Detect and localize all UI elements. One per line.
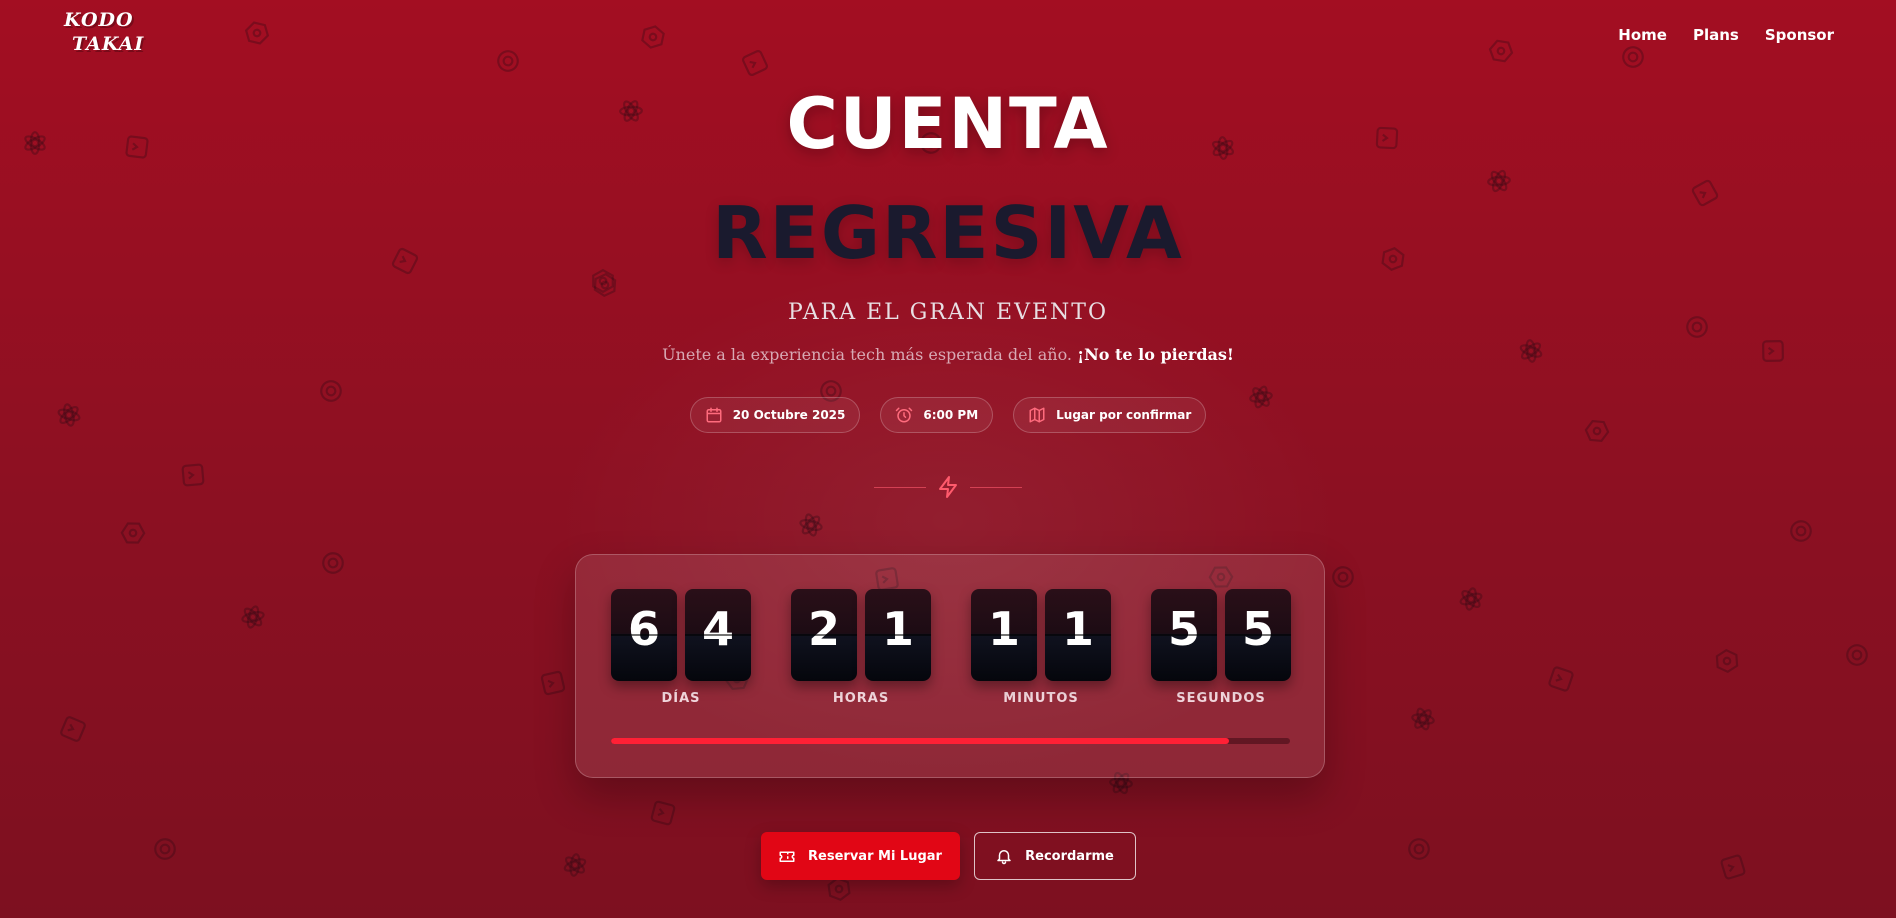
background-pattern-icon — [1713, 647, 1741, 675]
countdown-label: SEGUNDOS — [1176, 691, 1266, 706]
background-pattern-icon — [647, 797, 679, 829]
countdown-seconds: 5 5 SEGUNDOS — [1151, 589, 1291, 706]
location-text: Lugar por confirmar — [1056, 408, 1192, 422]
time-pill: 6:00 PM — [880, 397, 994, 433]
main-nav: Home Plans Sponsor — [1618, 26, 1834, 44]
logo-line-2: TAKAI — [72, 33, 145, 55]
lightning-icon — [936, 475, 960, 499]
map-icon — [1028, 406, 1046, 424]
background-pattern-icon — [1484, 34, 1517, 67]
background-pattern-icon — [56, 712, 90, 746]
logo[interactable]: KODO TAKAI — [62, 8, 152, 64]
tagline-text: Únete a la experiencia tech más esperada… — [662, 345, 1073, 364]
reserve-button-label: Reservar Mi Lugar — [808, 848, 942, 864]
remind-button[interactable]: Recordarme — [973, 832, 1136, 880]
hero-subtitle: PARA EL GRAN EVENTO — [787, 300, 1108, 325]
background-pattern-icon — [491, 44, 525, 78]
countdown-hours: 2 1 HORAS — [791, 589, 931, 706]
logo-line-1: KODO — [64, 9, 134, 31]
background-pattern-icon — [537, 667, 568, 698]
background-pattern-icon — [179, 461, 207, 489]
calendar-icon — [705, 406, 723, 424]
background-pattern-icon — [638, 22, 669, 53]
flip-digit: 1 — [865, 589, 931, 681]
section-divider — [868, 474, 1028, 500]
nav-link-plans[interactable]: Plans — [1693, 26, 1739, 44]
background-pattern-icon — [318, 548, 348, 578]
background-pattern-icon — [1785, 515, 1816, 546]
nav-link-home[interactable]: Home — [1618, 26, 1667, 44]
countdown-card: 6 4 DÍAS 2 1 HORAS 1 1 MINUTOS 5 5 SEGUN… — [575, 554, 1325, 778]
tagline-highlight: ¡No te lo pierdas! — [1077, 345, 1234, 364]
reserve-button[interactable]: Reservar Mi Lugar — [760, 832, 960, 880]
flip-digit: 5 — [1225, 589, 1291, 681]
time-text: 6:00 PM — [923, 408, 979, 422]
countdown-progress-bar — [611, 738, 1290, 744]
countdown-label: HORAS — [832, 691, 890, 706]
flip-digit: 1 — [971, 589, 1037, 681]
event-details: 20 Octubre 2025 6:00 PM Lugar por confir… — [0, 397, 1896, 433]
background-pattern-icon — [115, 515, 150, 550]
cta-buttons: Reservar Mi Lugar Recordarme — [0, 832, 1896, 880]
remind-button-label: Recordarme — [1025, 848, 1114, 864]
bell-icon — [995, 847, 1013, 865]
countdown-minutes: 1 1 MINUTOS — [971, 589, 1111, 706]
progress-fill — [611, 738, 1229, 744]
location-pill: Lugar por confirmar — [1013, 397, 1207, 433]
background-pattern-icon — [795, 509, 827, 541]
countdown-units: 6 4 DÍAS 2 1 HORAS 1 1 MINUTOS 5 5 SEGUN… — [611, 589, 1291, 706]
background-pattern-icon — [1408, 704, 1438, 734]
date-pill: 20 Octubre 2025 — [689, 397, 861, 433]
flip-digit: 2 — [791, 589, 857, 681]
countdown-label: MINUTOS — [1003, 691, 1079, 706]
clock-icon — [895, 406, 913, 424]
background-pattern-icon — [1544, 662, 1577, 695]
divider-line-left — [874, 486, 926, 488]
hero-tagline: Únete a la experiencia tech más esperada… — [0, 345, 1896, 364]
background-pattern-icon — [1840, 638, 1875, 673]
date-text: 20 Octubre 2025 — [732, 408, 846, 422]
background-pattern-icon — [237, 601, 269, 633]
nav-link-sponsor[interactable]: Sponsor — [1765, 26, 1834, 44]
background-pattern-icon — [738, 46, 773, 81]
hero-title-line-1: CUENTA — [786, 83, 1110, 165]
hero-title-line-2: REGRESIVA — [712, 191, 1184, 275]
countdown-label: DÍAS — [661, 691, 701, 706]
background-pattern-icon — [1455, 583, 1488, 616]
background-pattern-icon — [1617, 41, 1649, 73]
divider-line-right — [970, 486, 1022, 488]
flip-digit: 4 — [685, 589, 751, 681]
ticket-icon — [778, 847, 796, 865]
flip-digit: 5 — [1151, 589, 1217, 681]
background-pattern-icon — [241, 17, 273, 49]
background-pattern-icon — [1329, 563, 1357, 591]
flip-digit: 6 — [611, 589, 677, 681]
flip-digit: 1 — [1045, 589, 1111, 681]
countdown-days: 6 4 DÍAS — [611, 589, 751, 706]
